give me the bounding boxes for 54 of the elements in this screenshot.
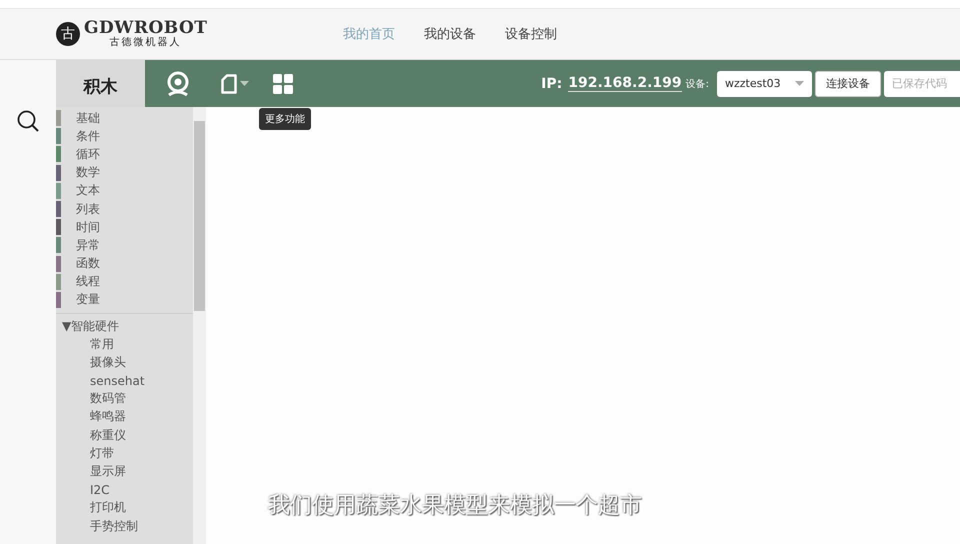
tree-item[interactable]: I2C bbox=[56, 480, 193, 499]
tree-item[interactable]: 显示屏 bbox=[56, 462, 193, 481]
category-item[interactable]: 时间 bbox=[56, 218, 193, 236]
document-icon[interactable] bbox=[221, 74, 237, 94]
ip-label: IP: bbox=[541, 76, 562, 92]
category-item[interactable]: 基础 bbox=[56, 109, 193, 128]
camera-icon[interactable] bbox=[165, 70, 191, 96]
scrollbar[interactable] bbox=[193, 107, 206, 544]
category-item[interactable]: 列表 bbox=[56, 200, 193, 218]
category-item[interactable]: 线程 bbox=[56, 272, 193, 291]
logo-subtitle: 古德微机器人 bbox=[110, 37, 182, 49]
tooltip: 更多功能 bbox=[259, 108, 311, 130]
device-select[interactable]: wzztest03 bbox=[717, 70, 812, 96]
category-label: 变量 bbox=[76, 291, 100, 308]
category-label: 数学 bbox=[76, 164, 100, 182]
tree-group[interactable]: ▼智能硬件 bbox=[56, 317, 193, 336]
tree-item[interactable]: 打印机 bbox=[56, 498, 193, 517]
tree-item[interactable]: 摄像头 bbox=[56, 353, 193, 372]
blocks-tab[interactable]: 积木 bbox=[56, 60, 145, 107]
category-item[interactable]: 变量 bbox=[56, 290, 193, 310]
grid-icon[interactable] bbox=[273, 74, 293, 94]
category-label: 异常 bbox=[76, 236, 100, 254]
category-item[interactable]: 循环 bbox=[56, 145, 193, 164]
video-subtitle: 我们使用蔬菜水果模型来模拟一个超市 bbox=[268, 492, 642, 520]
tree-item[interactable]: 手势控制 bbox=[56, 516, 193, 536]
category-item[interactable]: 文本 bbox=[56, 182, 193, 200]
tree-item[interactable]: sensehat bbox=[56, 371, 193, 390]
category-label: 条件 bbox=[76, 128, 100, 145]
tree-item[interactable]: 称重仪 bbox=[56, 426, 193, 444]
category-item[interactable]: 数学 bbox=[56, 164, 193, 182]
device-label: 设备: bbox=[686, 78, 709, 90]
search-icon[interactable] bbox=[17, 110, 39, 132]
category-label: 基础 bbox=[76, 110, 100, 127]
category-item[interactable]: 函数 bbox=[56, 254, 193, 273]
category-label: 时间 bbox=[76, 218, 100, 236]
tree-item[interactable]: 灯带 bbox=[56, 444, 193, 462]
logo-title: GDWROBOT bbox=[84, 19, 208, 37]
category-label: 函数 bbox=[76, 255, 100, 272]
tree-item[interactable]: 蜂鸣器 bbox=[56, 408, 193, 426]
caret-icon bbox=[795, 81, 804, 86]
category-label: 循环 bbox=[76, 146, 100, 163]
category-label: 文本 bbox=[76, 182, 100, 200]
nav-link[interactable]: 设备控制 bbox=[505, 25, 557, 43]
category-item[interactable]: 异常 bbox=[56, 236, 193, 254]
ip-address: 192.168.2.199 bbox=[568, 75, 682, 92]
connect-button[interactable]: 连接设备 bbox=[815, 70, 881, 96]
nav-link[interactable]: 我的设备 bbox=[424, 25, 476, 43]
tree-item[interactable]: 数码管 bbox=[56, 390, 193, 408]
logo-icon: 古 bbox=[56, 22, 80, 46]
tree-item[interactable]: 常用 bbox=[56, 335, 193, 354]
category-item[interactable]: 条件 bbox=[56, 127, 193, 146]
category-label: 线程 bbox=[76, 273, 100, 290]
category-label: 列表 bbox=[76, 200, 100, 218]
caret-icon[interactable] bbox=[240, 80, 249, 86]
